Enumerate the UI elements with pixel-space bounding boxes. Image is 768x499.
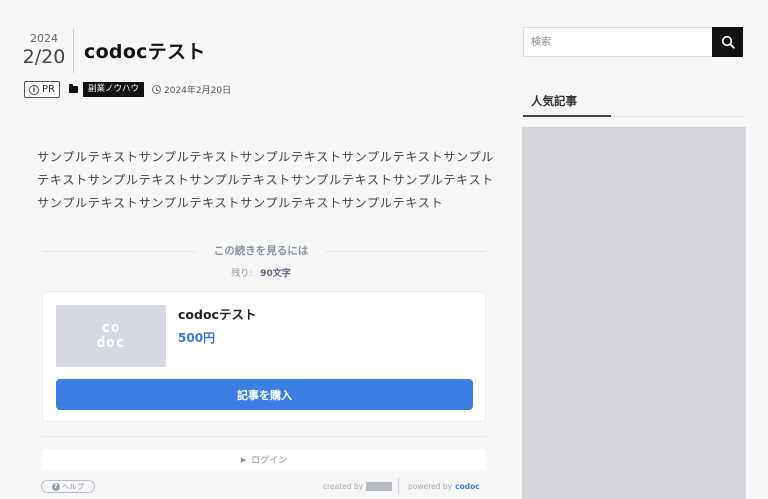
product-card: co doc codocテスト 500円 記事を購入 <box>42 291 486 422</box>
popular-posts-heading: 人気記事 <box>531 94 577 108</box>
remaining-chars: 残り: 90文字 <box>196 266 326 279</box>
remaining-count: 90文字 <box>260 269 291 279</box>
category-link[interactable]: 副業ノウハウ <box>82 82 144 97</box>
pr-badge[interactable]: i PR <box>24 81 60 98</box>
help-button[interactable]: ? ヘルプ <box>41 480 95 493</box>
post-date: 2024年2月20日 <box>164 86 232 96</box>
footer-credit: created by powered by codoc <box>323 478 480 494</box>
help-label: ヘルプ <box>61 482 85 491</box>
popular-posts-panel <box>522 127 746 499</box>
product-price: 500円 <box>178 331 216 345</box>
post-meta: i PR 副業ノウハウ 2024年2月20日 <box>24 81 231 98</box>
question-icon: ? <box>51 482 60 491</box>
paywall-heading: この続きを見るには <box>196 243 326 258</box>
clock-icon <box>152 85 161 94</box>
codoc-brand-link[interactable]: codoc <box>455 482 480 491</box>
credit-separator <box>398 478 400 494</box>
login-label: ログイン <box>251 456 288 466</box>
product-title: codocテスト <box>178 307 257 322</box>
product-thumbnail: co doc <box>56 305 166 367</box>
codoc-logo: co doc <box>96 320 126 351</box>
login-link[interactable]: ▶ ログイン <box>42 449 486 470</box>
page-title: codocテスト <box>84 41 206 63</box>
pr-label: PR <box>42 84 55 95</box>
date-divider <box>73 29 74 73</box>
buy-article-button[interactable]: 記事を購入 <box>56 379 473 410</box>
info-icon: i <box>29 84 39 95</box>
created-by-label: created by <box>323 481 364 491</box>
folder-icon <box>68 84 78 93</box>
post-body: サンプルテキストサンプルテキストサンプルテキストサンプルテキストサンプルテキスト… <box>37 150 495 210</box>
post-date-box: 2024 2/20 <box>22 33 66 69</box>
caret-right-icon: ▶ <box>240 455 247 464</box>
powered-by-label: powered by <box>408 481 453 491</box>
search-button[interactable] <box>712 27 743 57</box>
login-divider <box>42 436 486 437</box>
search-icon <box>721 35 735 49</box>
remaining-label: 残り: <box>231 269 253 279</box>
post-year: 2024 <box>30 32 58 45</box>
post-month-day: 2/20 <box>22 46 66 68</box>
sidebar-rule-accent <box>523 115 611 117</box>
search-input[interactable] <box>523 27 712 57</box>
creator-name-placeholder[interactable] <box>366 481 393 491</box>
search-form <box>523 27 743 57</box>
